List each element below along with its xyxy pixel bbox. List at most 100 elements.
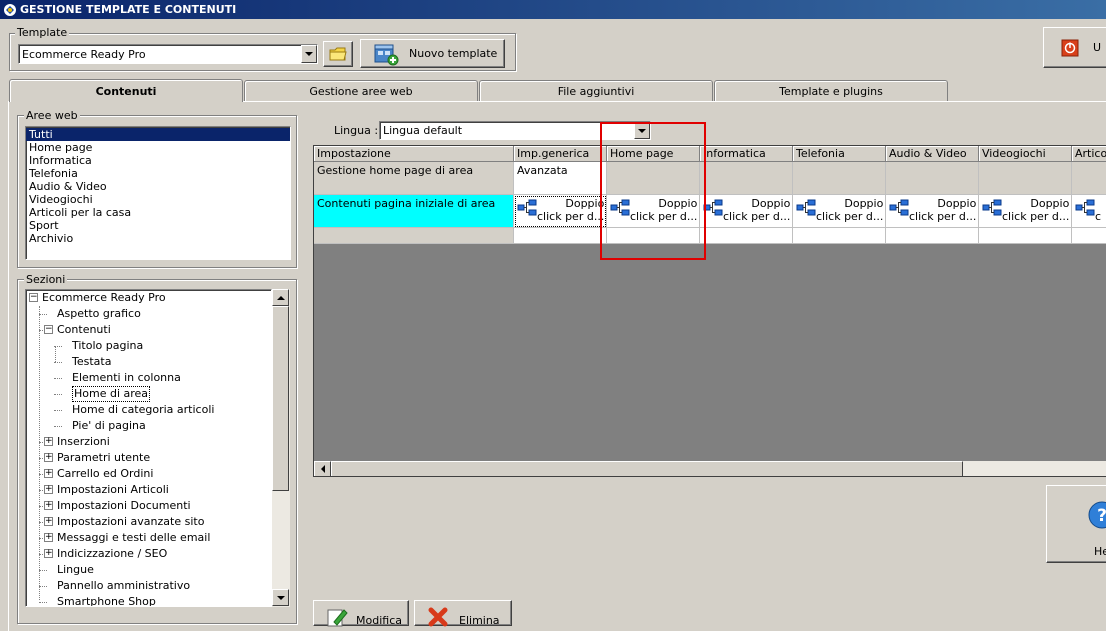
aree-web-item[interactable]: Archivio — [26, 232, 290, 245]
tab-gestione-aree-web[interactable]: Gestione aree web — [244, 80, 478, 101]
grid-scroll-thumb[interactable] — [331, 461, 963, 476]
tree-connector — [54, 410, 62, 411]
aree-web-item[interactable]: Home page — [26, 141, 290, 154]
aree-web-item[interactable]: Telefonia — [26, 167, 290, 180]
aree-web-list[interactable]: Tutti Home page Informatica Telefonia Audio … — [25, 126, 291, 260]
aree-web-item[interactable]: Audio & Video — [26, 180, 290, 193]
grid-cell-empty[interactable] — [793, 228, 886, 244]
grid-header-cell[interactable]: Videogiochi — [979, 146, 1072, 162]
tree-item[interactable]: Impostazioni Articoli — [57, 482, 169, 498]
expand-icon[interactable]: + — [44, 501, 53, 510]
modify-button[interactable]: Modifica — [313, 600, 409, 627]
aree-web-item[interactable]: Articoli per la casa — [26, 206, 290, 219]
grid-cell-doubleclick[interactable]: Doppio click per d... — [793, 195, 886, 228]
open-folder-button[interactable] — [323, 41, 353, 67]
grid-header-cell[interactable]: Imp.generica — [514, 146, 607, 162]
tree-item[interactable]: Ecommerce Ready Pro — [42, 290, 166, 306]
grid-header-cell[interactable]: Articoli — [1072, 146, 1106, 162]
tree-item[interactable]: Aspetto grafico — [57, 306, 141, 322]
tree-item[interactable]: Pannello amministrativo — [57, 578, 190, 594]
tree-structure-icon — [796, 199, 816, 216]
grid-cell-doubleclick[interactable]: Doppio click per d... — [514, 195, 607, 228]
expand-icon[interactable]: + — [44, 453, 53, 462]
grid-cell-doubleclick[interactable]: Doppio click per d... — [886, 195, 979, 228]
tree-item[interactable]: Carrello ed Ordini — [57, 466, 153, 482]
grid-cell-empty[interactable] — [886, 162, 979, 195]
grid-cell-empty[interactable] — [793, 162, 886, 195]
expand-icon[interactable]: + — [44, 549, 53, 558]
grid-cell-empty[interactable] — [700, 228, 793, 244]
grid-header-cell[interactable]: Telefonia — [793, 146, 886, 162]
grid-cell-empty[interactable] — [514, 228, 607, 244]
aree-web-item[interactable]: Informatica — [26, 154, 290, 167]
tree-item[interactable]: Impostazioni avanzate sito — [57, 514, 204, 530]
tree-item[interactable]: Elementi in colonna — [72, 370, 181, 386]
tree-item[interactable]: Home di area — [72, 386, 151, 402]
tree-item[interactable]: Titolo pagina — [72, 338, 143, 354]
expand-icon[interactable]: + — [44, 533, 53, 542]
tree-scrollbar[interactable] — [272, 289, 290, 607]
tree-item[interactable]: Pie' di pagina — [72, 418, 146, 434]
grid-header-cell[interactable]: Impostazione — [314, 146, 514, 162]
grid-cell-empty[interactable] — [979, 228, 1072, 244]
expand-icon[interactable]: + — [44, 485, 53, 494]
window-title: GESTIONE TEMPLATE E CONTENUTI — [20, 3, 237, 16]
tree-scroll-up-button[interactable] — [272, 289, 289, 306]
tree-item[interactable]: Smartphone Shop — [57, 594, 156, 606]
double-click-line1: Doppio — [937, 197, 977, 210]
delete-button[interactable]: Elimina — [414, 600, 512, 627]
grid-header-cell[interactable]: Informatica — [700, 146, 793, 162]
grid-cell-setting[interactable]: Gestione home page di area — [314, 162, 514, 195]
new-template-button[interactable]: Nuovo template — [360, 39, 505, 68]
collapse-icon[interactable]: − — [44, 325, 53, 334]
expand-icon[interactable]: + — [44, 517, 53, 526]
tree-item[interactable]: Inserzioni — [57, 434, 110, 450]
tree-item[interactable]: Messaggi e testi delle email — [57, 530, 210, 546]
collapse-icon[interactable]: − — [29, 293, 38, 302]
tree-item[interactable]: Testata — [72, 354, 111, 370]
help-button[interactable]: ? He — [1046, 485, 1106, 563]
tree-scroll-down-button[interactable] — [272, 589, 289, 606]
grid-cell-empty[interactable] — [314, 228, 514, 244]
aree-web-item[interactable]: Sport — [26, 219, 290, 232]
expand-icon[interactable]: + — [44, 469, 53, 478]
tree-item[interactable]: Home di categoria articoli — [72, 402, 214, 418]
tree-item[interactable]: Lingue — [57, 562, 94, 578]
grid-horizontal-scrollbar[interactable] — [314, 461, 1106, 476]
chevron-down-icon[interactable] — [301, 45, 317, 63]
tree-connector — [39, 586, 47, 587]
grid-cell-doubleclick[interactable]: c — [1072, 195, 1106, 228]
grid-scroll-left-button[interactable] — [314, 461, 331, 476]
tab-template-e-plugins[interactable]: Template e plugins — [714, 80, 948, 101]
template-select[interactable]: Ecommerce Ready Pro — [18, 44, 318, 64]
tab-contenuti[interactable]: Contenuti — [9, 79, 243, 102]
sezioni-tree[interactable]: − Ecommerce Ready Pro Aspetto grafico − Cont… — [25, 289, 272, 607]
top-right-button[interactable]: U — [1043, 27, 1106, 68]
power-icon — [1061, 39, 1079, 56]
grid-cell-empty[interactable] — [1072, 228, 1106, 244]
grid-header-cell[interactable]: Audio & Video — [886, 146, 979, 162]
grid-cell-generic[interactable]: Avanzata — [514, 162, 607, 195]
tree-scroll-thumb[interactable] — [272, 306, 289, 491]
aree-web-item[interactable]: Tutti — [26, 128, 290, 141]
highlight-box — [600, 122, 706, 260]
expand-icon[interactable]: + — [44, 437, 53, 446]
lingua-label: Lingua : — [334, 124, 379, 137]
grid-cell-doubleclick[interactable]: Doppio click per d... — [979, 195, 1072, 228]
grid-cell-empty[interactable] — [1072, 162, 1106, 195]
tab-file-aggiuntivi[interactable]: File aggiuntivi — [479, 80, 713, 101]
grid-cell-empty[interactable] — [979, 162, 1072, 195]
grid-cell-empty[interactable] — [700, 162, 793, 195]
grid-cell-empty[interactable] — [886, 228, 979, 244]
double-click-line2: click per d... — [537, 210, 605, 223]
tree-item[interactable]: Indicizzazione / SEO — [57, 546, 167, 562]
aree-web-item[interactable]: Videogiochi — [26, 193, 290, 206]
tree-item[interactable]: Parametri utente — [57, 450, 150, 466]
tree-connector — [54, 394, 62, 395]
grid-cell-doubleclick[interactable]: Doppio click per d... — [700, 195, 793, 228]
grid-cell-setting[interactable]: Contenuti pagina iniziale di area — [314, 195, 514, 228]
new-template-icon — [374, 44, 399, 65]
tree-item[interactable]: Contenuti — [57, 322, 111, 338]
tree-connector — [54, 378, 62, 379]
tree-item[interactable]: Impostazioni Documenti — [57, 498, 191, 514]
